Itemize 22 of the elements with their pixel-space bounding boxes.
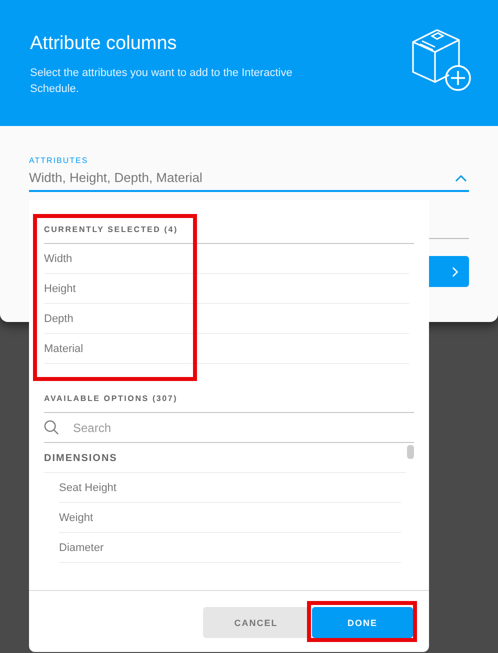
search-field[interactable]: Search [71,420,414,436]
selected-item[interactable]: Height [44,274,409,304]
selected-item[interactable]: Material [44,334,409,364]
dialog-subtitle: Select the attributes you want to add to the Interactive Schedule. [30,66,294,97]
option-item[interactable]: Seat Height [59,473,401,503]
option-item[interactable]: Diameter [59,533,401,563]
done-button[interactable]: DONE [312,607,413,638]
selected-item[interactable]: Width [44,244,409,274]
scrollbar-thumb[interactable] [407,445,414,459]
dialog-title: Attribute columns [30,33,178,55]
cancel-button[interactable]: CANCEL [203,607,309,638]
attributes-dropdown[interactable]: ATTRIBUTES Width, Height, Depth, Material [29,156,469,192]
search-icon [44,420,59,435]
section-heading: CURRENTLY SELECTED (4) [44,200,414,244]
group-heading: DIMENSIONS [44,443,406,473]
section-heading: AVAILABLE OPTIONS (307) [44,377,414,413]
chevron-icon [455,174,467,182]
field-value: Width, Height, Depth, Material [29,170,202,185]
chevron-right-icon [452,266,459,278]
field-label: ATTRIBUTES [29,156,90,165]
option-item[interactable]: Weight [59,503,401,533]
selected-item[interactable]: Depth [44,304,409,334]
